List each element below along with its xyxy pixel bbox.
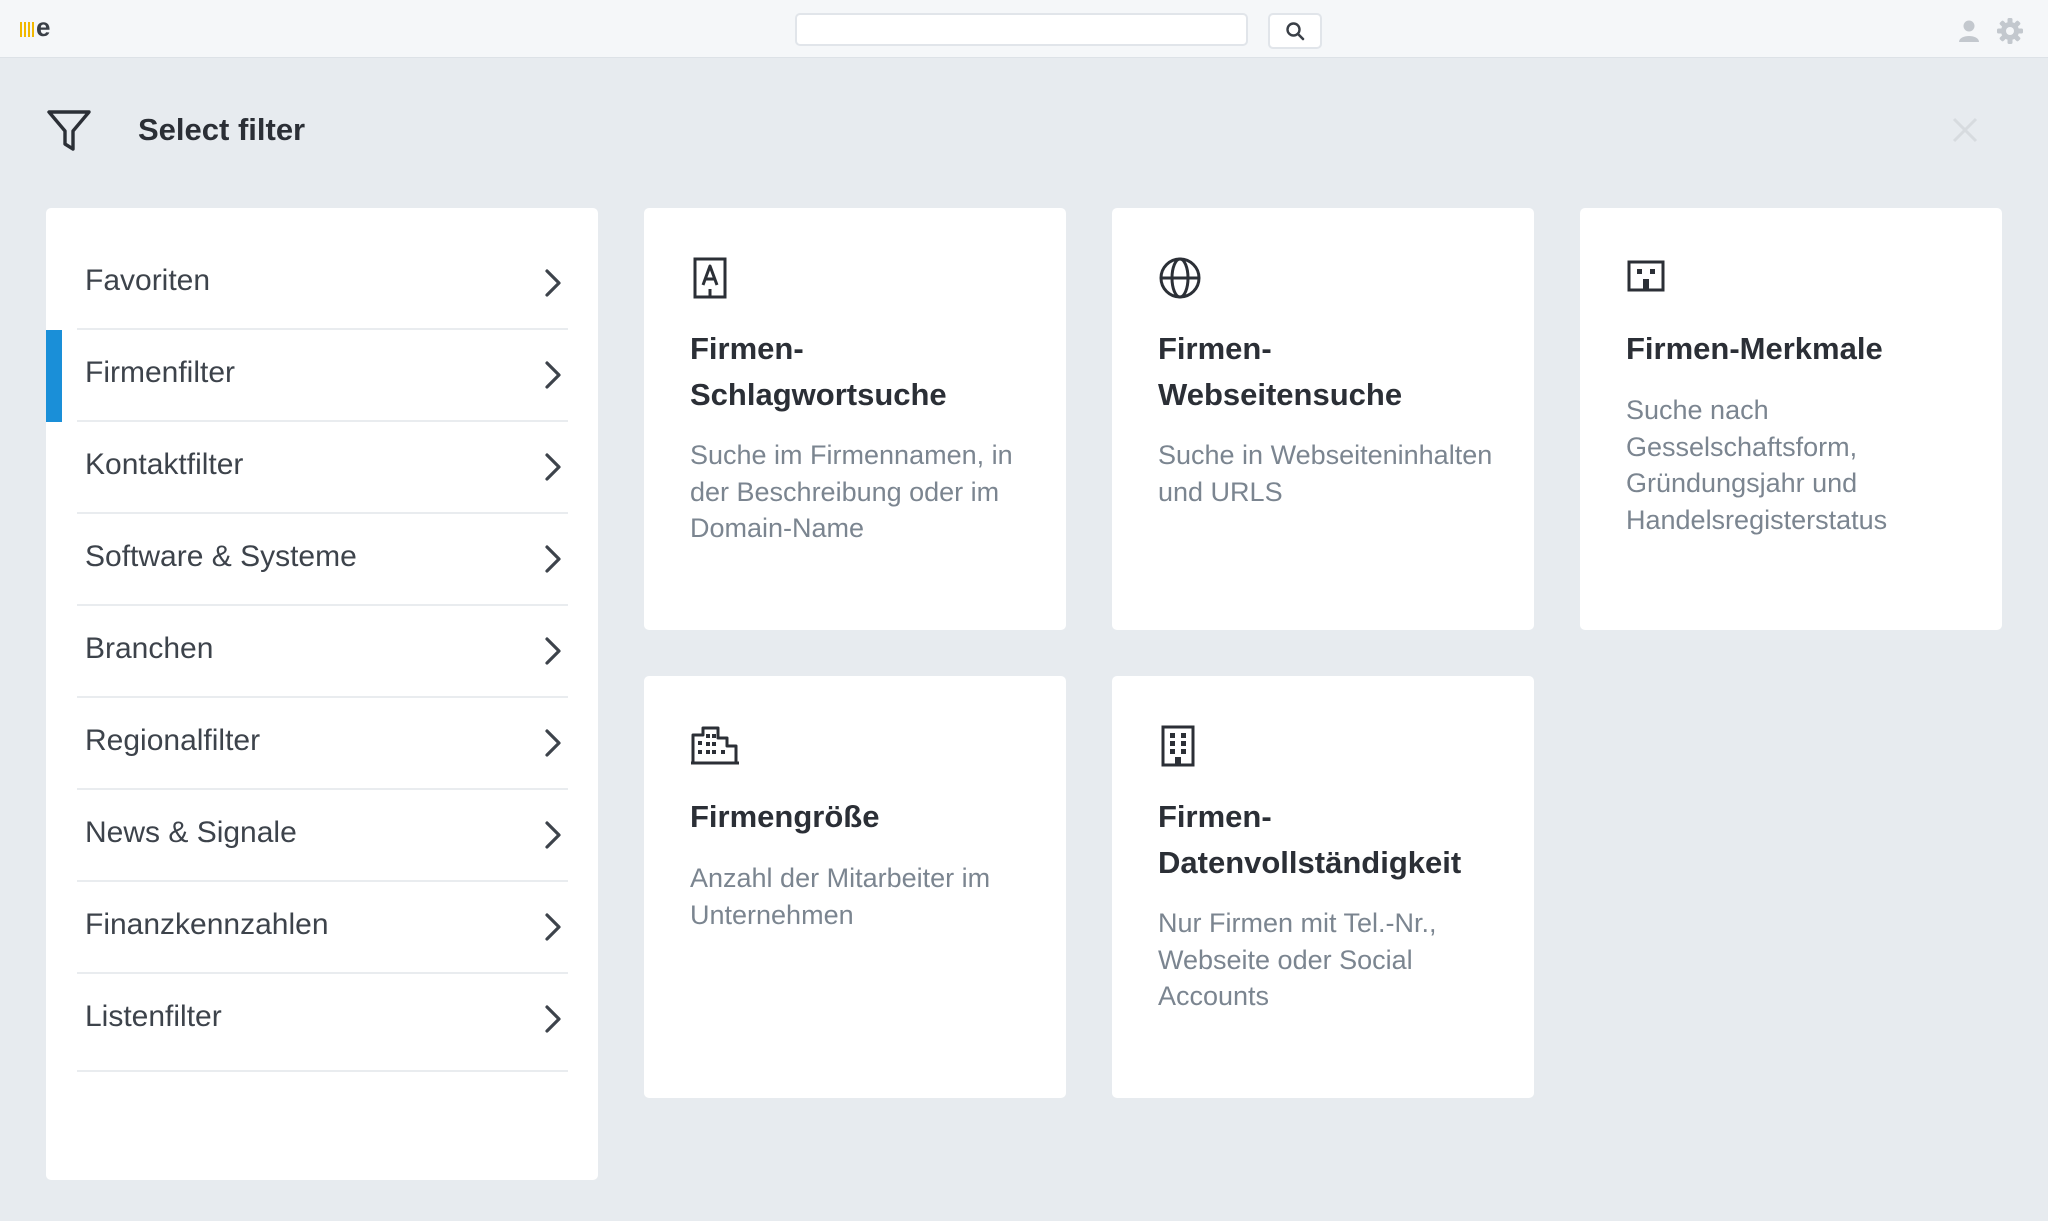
chevron-right-icon <box>545 913 561 941</box>
sidebar-item-label: Branchen <box>85 632 214 665</box>
card-title: Firmengröße <box>690 799 880 834</box>
search-icon <box>1286 22 1305 41</box>
storefront-icon <box>1627 260 1665 292</box>
sidebar-item-software-systeme[interactable]: Software & Systeme <box>46 514 598 606</box>
card-firmen-webseitensuche[interactable]: Firmen- Webseitensuche Suche in Webseite… <box>1112 208 1534 630</box>
chevron-right-icon <box>545 729 561 757</box>
sidebar-item-label: Software & Systeme <box>85 540 357 573</box>
card-description: Suche im Firmennamen, in der Beschreibun… <box>690 440 1013 543</box>
logo-letter: e <box>36 12 51 42</box>
office-building-icon <box>1161 725 1195 767</box>
filter-icon <box>47 110 91 151</box>
app-logo[interactable]: e <box>20 12 51 42</box>
card-title: Firmen- Webseitensuche <box>1158 331 1403 412</box>
active-indicator <box>46 330 62 422</box>
card-firmen-datenvollstaendigkeit[interactable]: Firmen- Datenvollständigkeit Nur Firmen … <box>1112 676 1534 1098</box>
sidebar-item-finanzkennzahlen[interactable]: Finanzkennzahlen <box>46 882 598 974</box>
sidebar-item-kontaktfilter[interactable]: Kontaktfilter <box>46 422 598 514</box>
user-icon[interactable] <box>1958 19 1980 43</box>
card-title: Firmen- Datenvollständigkeit <box>1158 799 1462 880</box>
sidebar-item-regionalfilter[interactable]: Regionalfilter <box>46 698 598 790</box>
sidebar-item-label: News & Signale <box>85 816 297 849</box>
top-bar: e <box>0 0 2048 58</box>
search-input[interactable] <box>795 13 1248 46</box>
close-icon[interactable] <box>1950 115 1980 145</box>
buildings-icon <box>691 726 739 765</box>
logo-bars <box>20 21 34 37</box>
sidebar-item-label: Firmenfilter <box>85 356 236 389</box>
sidebar-item-news-signale[interactable]: News & Signale <box>46 790 598 882</box>
sidebar-item-favoriten[interactable]: Favoriten <box>46 238 598 330</box>
globe-icon <box>1159 257 1201 299</box>
building-letter-a-icon <box>693 257 727 299</box>
chevron-right-icon <box>545 1005 561 1033</box>
card-description: Nur Firmen mit Tel.-Nr., Webseite oder S… <box>1158 908 1437 1011</box>
filter-category-sidebar: Favoriten Firmenfilter Kontaktfilter Sof… <box>46 208 598 1180</box>
sidebar-item-label: Listenfilter <box>85 1000 222 1033</box>
chevron-right-icon <box>545 269 561 297</box>
card-description: Suche in Webseiteninhalten und URLS <box>1158 440 1493 507</box>
chevron-right-icon <box>545 361 561 389</box>
chevron-right-icon <box>545 453 561 481</box>
card-description: Anzahl der Mitarbeiter im Unternehmen <box>690 863 991 930</box>
sidebar-item-label: Favoriten <box>85 264 211 297</box>
chevron-right-icon <box>545 821 561 849</box>
sidebar-item-branchen[interactable]: Branchen <box>46 606 598 698</box>
card-firmen-merkmale[interactable]: Firmen-Merkmale Suche nach Gesselschafts… <box>1580 208 2002 630</box>
search-button[interactable] <box>1268 13 1322 49</box>
gear-icon[interactable] <box>1996 17 2024 45</box>
page-title: Select filter <box>138 112 306 147</box>
divider <box>77 1070 568 1072</box>
card-description: Suche nach Gesselschaftsform, Gründungsj… <box>1626 395 1888 535</box>
card-title: Firmen- Schlagwortsuche <box>690 331 947 412</box>
sidebar-item-label: Regionalfilter <box>85 724 261 757</box>
sidebar-item-firmenfilter[interactable]: Firmenfilter <box>46 330 598 422</box>
sidebar-item-label: Finanzkennzahlen <box>85 908 329 941</box>
chevron-right-icon <box>545 545 561 573</box>
card-firmengroesse[interactable]: Firmengröße Anzahl der Mitarbeiter im Un… <box>644 676 1066 1098</box>
chevron-right-icon <box>545 637 561 665</box>
card-firmen-schlagwortsuche[interactable]: Firmen- Schlagwortsuche Suche im Firmenn… <box>644 208 1066 630</box>
sidebar-item-label: Kontaktfilter <box>85 448 244 481</box>
sidebar-item-listenfilter[interactable]: Listenfilter <box>46 974 598 1072</box>
card-title: Firmen-Merkmale <box>1626 331 1883 366</box>
